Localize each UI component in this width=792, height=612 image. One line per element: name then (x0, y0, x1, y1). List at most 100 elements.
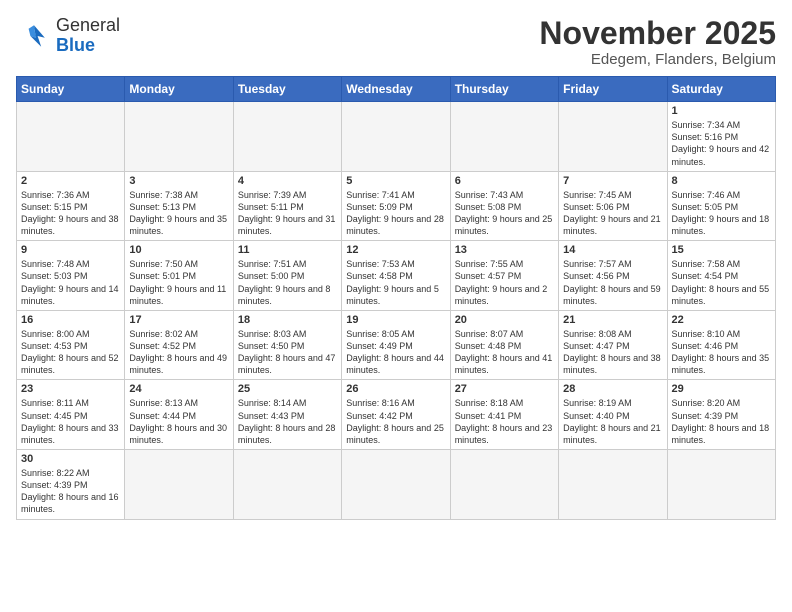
day-info: Sunrise: 7:55 AM Sunset: 4:57 PM Dayligh… (455, 258, 554, 307)
day-number: 4 (238, 175, 337, 187)
table-row: 28 Sunrise: 8:19 AM Sunset: 4:40 PM Dayli… (559, 380, 667, 450)
table-row (233, 102, 341, 172)
day-info: Sunrise: 8:13 AM Sunset: 4:44 PM Dayligh… (129, 397, 228, 446)
day-number: 8 (672, 175, 771, 187)
day-number: 28 (563, 383, 662, 395)
table-row: 9 Sunrise: 7:48 AM Sunset: 5:03 PM Daylig… (17, 241, 125, 311)
table-row: 14Sunrise: 7:57 AM Sunset: 4:56 PM Dayli… (559, 241, 667, 311)
calendar-week-row: 1 Sunrise: 7:34 AM Sunset: 5:16 PM Daylig… (17, 102, 776, 172)
table-row: 17Sunrise: 8:02 AM Sunset: 4:52 PM Dayli… (125, 310, 233, 380)
table-row (667, 450, 775, 520)
table-row: 7Sunrise: 7:45 AM Sunset: 5:06 PM Daylig… (559, 171, 667, 241)
day-info: Sunrise: 8:14 AM Sunset: 4:43 PM Dayligh… (238, 397, 337, 446)
table-row: 23 Sunrise: 8:11 AM Sunset: 4:45 PM Dayli… (17, 380, 125, 450)
day-number: 24 (129, 383, 228, 395)
header: GeneralBlue November 2025 Edegem, Flande… (16, 16, 776, 68)
col-thursday: Thursday (450, 77, 558, 102)
col-saturday: Saturday (667, 77, 775, 102)
day-number: 16 (21, 314, 120, 326)
day-info: Sunrise: 8:22 AM Sunset: 4:39 PM Dayligh… (21, 467, 120, 516)
table-row: 18 Sunrise: 8:03 AM Sunset: 4:50 PM Dayli… (233, 310, 341, 380)
day-info: Sunrise: 8:03 AM Sunset: 4:50 PM Dayligh… (238, 328, 337, 377)
day-number: 23 (21, 383, 120, 395)
table-row (559, 102, 667, 172)
table-row: 1 Sunrise: 7:34 AM Sunset: 5:16 PM Daylig… (667, 102, 775, 172)
table-row: 26 Sunrise: 8:16 AM Sunset: 4:42 PM Dayli… (342, 380, 450, 450)
day-info: Sunrise: 8:10 AM Sunset: 4:46 PM Dayligh… (672, 328, 771, 377)
col-sunday: Sunday (17, 77, 125, 102)
day-number: 25 (238, 383, 337, 395)
day-number: 20 (455, 314, 554, 326)
day-info: Sunrise: 7:41 AM Sunset: 5:09 PM Dayligh… (346, 189, 445, 238)
day-info: Sunrise: 8:18 AM Sunset: 4:41 PM Dayligh… (455, 397, 554, 446)
day-number: 22 (672, 314, 771, 326)
logo-text: GeneralBlue (56, 16, 120, 56)
table-row (125, 102, 233, 172)
day-info: Sunrise: 7:36 AM Sunset: 5:15 PM Dayligh… (21, 189, 120, 238)
day-number: 10 (129, 244, 228, 256)
day-number: 17 (129, 314, 228, 326)
table-row: 2 Sunrise: 7:36 AM Sunset: 5:15 PM Daylig… (17, 171, 125, 241)
table-row: 22 Sunrise: 8:10 AM Sunset: 4:46 PM Dayli… (667, 310, 775, 380)
table-row: 13 Sunrise: 7:55 AM Sunset: 4:57 PM Dayli… (450, 241, 558, 311)
day-number: 15 (672, 244, 771, 256)
table-row: 16Sunrise: 8:00 AM Sunset: 4:53 PM Dayli… (17, 310, 125, 380)
day-info: Sunrise: 7:58 AM Sunset: 4:54 PM Dayligh… (672, 258, 771, 307)
day-info: Sunrise: 7:51 AM Sunset: 5:00 PM Dayligh… (238, 258, 337, 307)
day-info: Sunrise: 7:39 AM Sunset: 5:11 PM Dayligh… (238, 189, 337, 238)
calendar-week-row: 2 Sunrise: 7:36 AM Sunset: 5:15 PM Daylig… (17, 171, 776, 241)
page: GeneralBlue November 2025 Edegem, Flande… (0, 0, 792, 612)
day-info: Sunrise: 8:05 AM Sunset: 4:49 PM Dayligh… (346, 328, 445, 377)
table-row: 27 Sunrise: 8:18 AM Sunset: 4:41 PM Dayli… (450, 380, 558, 450)
day-number: 12 (346, 244, 445, 256)
day-info: Sunrise: 7:50 AM Sunset: 5:01 PM Dayligh… (129, 258, 228, 307)
table-row: 3Sunrise: 7:38 AM Sunset: 5:13 PM Daylig… (125, 171, 233, 241)
month-year-title: November 2025 (539, 16, 776, 51)
day-info: Sunrise: 7:48 AM Sunset: 5:03 PM Dayligh… (21, 258, 120, 307)
day-info: Sunrise: 8:16 AM Sunset: 4:42 PM Dayligh… (346, 397, 445, 446)
table-row (342, 450, 450, 520)
table-row: 24 Sunrise: 8:13 AM Sunset: 4:44 PM Dayli… (125, 380, 233, 450)
day-info: Sunrise: 7:53 AM Sunset: 4:58 PM Dayligh… (346, 258, 445, 307)
table-row (17, 102, 125, 172)
col-wednesday: Wednesday (342, 77, 450, 102)
table-row: 5Sunrise: 7:41 AM Sunset: 5:09 PM Daylig… (342, 171, 450, 241)
col-tuesday: Tuesday (233, 77, 341, 102)
day-info: Sunrise: 7:34 AM Sunset: 5:16 PM Dayligh… (672, 119, 771, 168)
calendar-week-row: 9 Sunrise: 7:48 AM Sunset: 5:03 PM Daylig… (17, 241, 776, 311)
day-number: 14 (563, 244, 662, 256)
table-row: 10 Sunrise: 7:50 AM Sunset: 5:01 PM Dayli… (125, 241, 233, 311)
logo: GeneralBlue (16, 16, 120, 56)
table-row (233, 450, 341, 520)
day-info: Sunrise: 8:07 AM Sunset: 4:48 PM Dayligh… (455, 328, 554, 377)
day-info: Sunrise: 8:08 AM Sunset: 4:47 PM Dayligh… (563, 328, 662, 377)
table-row: 4 Sunrise: 7:39 AM Sunset: 5:11 PM Daylig… (233, 171, 341, 241)
table-row (450, 450, 558, 520)
table-row: 19Sunrise: 8:05 AM Sunset: 4:49 PM Dayli… (342, 310, 450, 380)
day-number: 26 (346, 383, 445, 395)
calendar-week-row: 16Sunrise: 8:00 AM Sunset: 4:53 PM Dayli… (17, 310, 776, 380)
table-row: 12 Sunrise: 7:53 AM Sunset: 4:58 PM Dayli… (342, 241, 450, 311)
table-row (125, 450, 233, 520)
day-number: 21 (563, 314, 662, 326)
day-number: 27 (455, 383, 554, 395)
day-number: 1 (672, 105, 771, 117)
table-row (559, 450, 667, 520)
table-row (450, 102, 558, 172)
table-row: 15 Sunrise: 7:58 AM Sunset: 4:54 PM Dayli… (667, 241, 775, 311)
day-number: 2 (21, 175, 120, 187)
table-row: 30 Sunrise: 8:22 AM Sunset: 4:39 PM Dayli… (17, 450, 125, 520)
col-monday: Monday (125, 77, 233, 102)
table-row: 25 Sunrise: 8:14 AM Sunset: 4:43 PM Dayli… (233, 380, 341, 450)
day-number: 13 (455, 244, 554, 256)
table-row: 29Sunrise: 8:20 AM Sunset: 4:39 PM Dayli… (667, 380, 775, 450)
day-number: 29 (672, 383, 771, 395)
day-info: Sunrise: 8:11 AM Sunset: 4:45 PM Dayligh… (21, 397, 120, 446)
day-number: 11 (238, 244, 337, 256)
table-row (342, 102, 450, 172)
day-number: 30 (21, 453, 120, 465)
day-number: 9 (21, 244, 120, 256)
day-number: 18 (238, 314, 337, 326)
day-info: Sunrise: 8:19 AM Sunset: 4:40 PM Dayligh… (563, 397, 662, 446)
table-row: 20 Sunrise: 8:07 AM Sunset: 4:48 PM Dayli… (450, 310, 558, 380)
